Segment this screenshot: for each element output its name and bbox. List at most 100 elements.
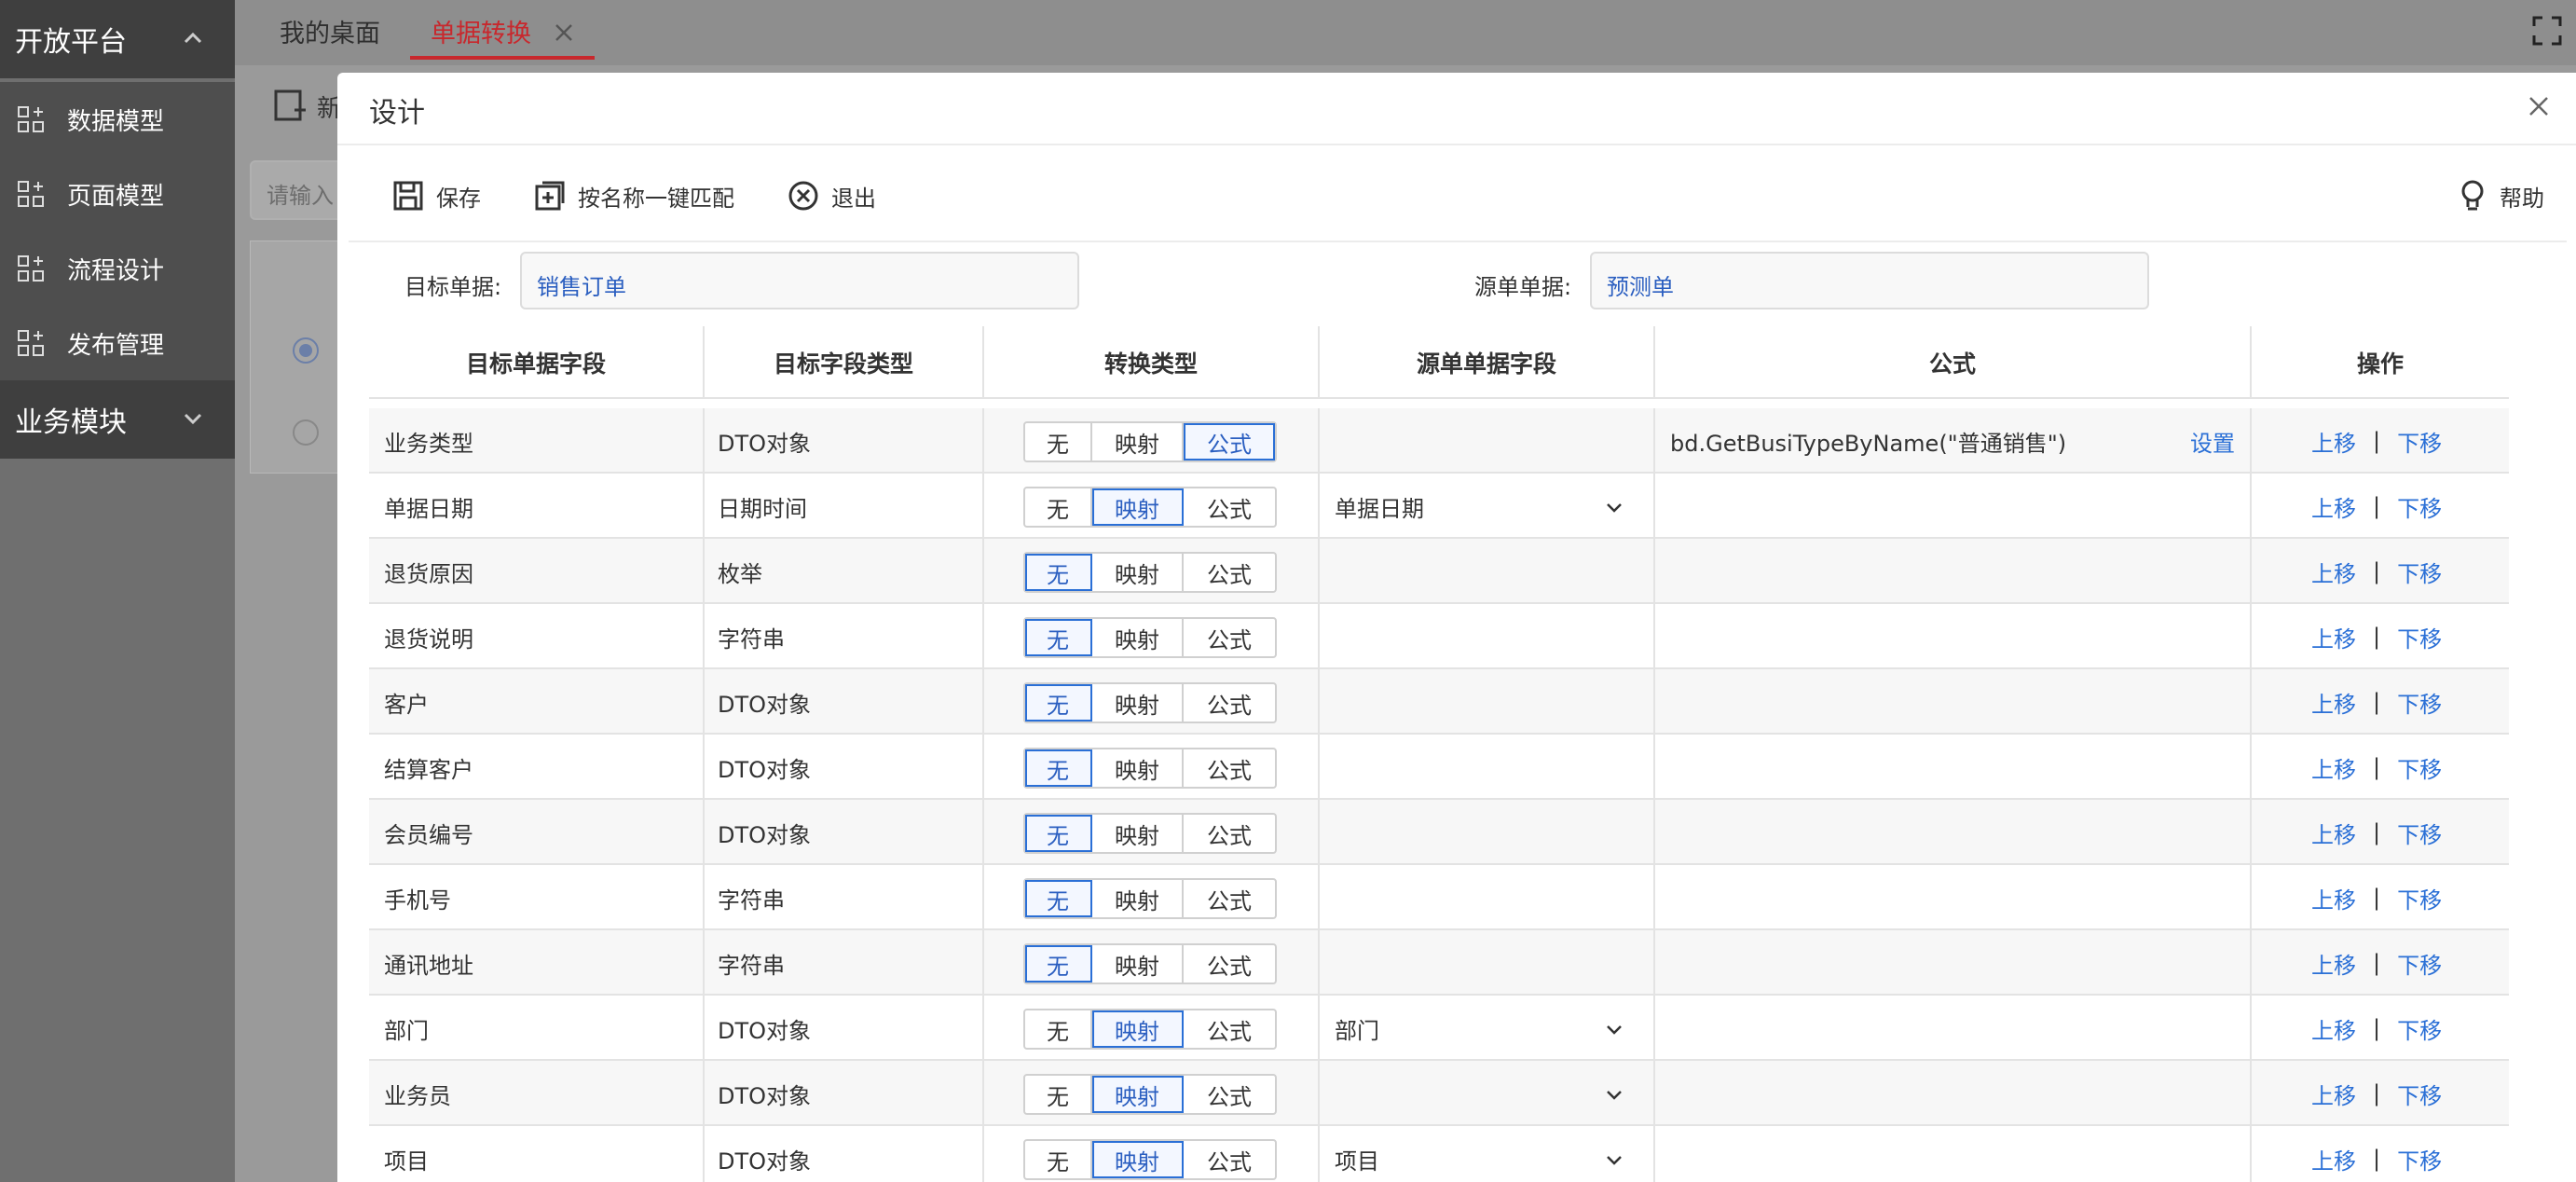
conversion-option[interactable]: 公式 [1184,488,1275,526]
conversion-type-toggle[interactable]: 无映射 公式 [1023,487,1277,528]
conversion-option[interactable]: 无 [1025,1141,1092,1178]
target-bill-field[interactable]: 销售订单 [520,252,1079,309]
source-field-select[interactable]: 单据日期 [1335,474,1424,539]
conversion-option[interactable]: 映射 [1092,815,1184,852]
sidebar-item-release-management[interactable]: 发布管理 [0,306,235,380]
move-up-link[interactable]: 上移 [2311,1143,2356,1175]
conversion-option[interactable]: 映射 [1092,1010,1184,1048]
close-icon[interactable] [2526,93,2552,119]
conversion-option[interactable]: 无 [1025,1076,1092,1113]
move-up-link[interactable]: 上移 [2311,1078,2356,1110]
close-tab-icon[interactable] [552,21,576,45]
conversion-option[interactable]: 公式 [1184,1010,1275,1048]
move-up-link[interactable]: 上移 [2311,490,2356,523]
sidebar-item-process-design[interactable]: 流程设计 [0,231,235,306]
move-down-link[interactable]: 下移 [2397,1078,2442,1110]
fullscreen-icon[interactable] [2531,15,2563,47]
conversion-type-toggle[interactable]: 无映射 公式 [1023,748,1277,789]
source-field-select[interactable]: 部门 [1335,996,1379,1061]
conversion-option[interactable]: 无 [1025,488,1092,526]
chevron-down-icon[interactable] [1603,1018,1625,1040]
conversion-type-toggle[interactable]: 无映射 公式 [1023,617,1277,658]
move-up-link[interactable]: 上移 [2311,1012,2356,1045]
move-down-link[interactable]: 下移 [2397,1143,2442,1175]
conversion-option[interactable]: 无 [1025,749,1092,787]
source-field-cell [1320,539,1655,604]
move-up-link[interactable]: 上移 [2311,425,2356,458]
conversion-option[interactable]: 映射 [1092,945,1184,983]
conversion-type-toggle[interactable]: 无映射 公式 [1023,813,1277,854]
conversion-option[interactable]: 映射 [1092,423,1184,460]
conversion-option[interactable]: 无 [1025,684,1092,722]
source-field-select[interactable]: 项目 [1335,1126,1379,1182]
move-down-link[interactable]: 下移 [2397,817,2442,849]
save-button[interactable]: 保存 [391,179,481,213]
move-down-link[interactable]: 下移 [2397,425,2442,458]
conversion-option[interactable]: 公式 [1184,815,1275,852]
sidebar-item-data-model[interactable]: 数据模型 [0,82,235,157]
move-up-link[interactable]: 上移 [2311,947,2356,980]
conversion-option[interactable]: 公式 [1184,619,1275,656]
conversion-option[interactable]: 公式 [1184,749,1275,787]
target-field-cell: 部门 [369,996,705,1061]
chevron-down-icon[interactable] [1603,496,1625,518]
move-up-link[interactable]: 上移 [2311,751,2356,784]
conversion-option[interactable]: 映射 [1092,619,1184,656]
conversion-option[interactable]: 映射 [1092,488,1184,526]
chevron-down-icon[interactable] [1603,1083,1625,1106]
conversion-option[interactable]: 无 [1025,619,1092,656]
move-down-link[interactable]: 下移 [2397,751,2442,784]
conversion-type-toggle[interactable]: 无映射 公式 [1023,943,1277,984]
conversion-option[interactable]: 映射 [1092,1141,1184,1178]
conversion-option[interactable]: 无 [1025,880,1092,917]
move-down-link[interactable]: 下移 [2397,490,2442,523]
move-down-link[interactable]: 下移 [2397,882,2442,914]
move-down-link[interactable]: 下移 [2397,1012,2442,1045]
conversion-option[interactable]: 无 [1025,554,1092,591]
source-bill-field[interactable]: 预测单 [1590,252,2149,309]
conversion-option[interactable]: 映射 [1092,880,1184,917]
conversion-option[interactable]: 公式 [1184,945,1275,983]
help-button[interactable]: 帮助 [2457,179,2544,213]
move-up-link[interactable]: 上移 [2311,556,2356,588]
sidebar-item-page-model[interactable]: 页面模型 [0,157,235,231]
move-down-link[interactable]: 下移 [2397,556,2442,588]
tab-home[interactable]: 我的桌面 [280,13,380,49]
move-up-link[interactable]: 上移 [2311,817,2356,849]
formula-set-link[interactable]: 设置 [2190,408,2235,474]
conversion-option[interactable]: 映射 [1092,554,1184,591]
conversion-option[interactable]: 无 [1025,815,1092,852]
match-by-name-button[interactable]: 按名称一键匹配 [533,179,734,213]
exit-button[interactable]: 退出 [787,179,876,213]
conversion-type-toggle[interactable]: 无映射 公式 [1023,1074,1277,1115]
conversion-type-toggle[interactable]: 无映射 公式 [1023,421,1277,462]
conversion-option[interactable]: 公式 [1184,1076,1275,1113]
conversion-option[interactable]: 映射 [1092,684,1184,722]
chevron-down-icon[interactable] [1603,1148,1625,1171]
close-circle-icon [788,181,818,211]
conversion-option[interactable]: 公式 [1184,684,1275,722]
move-down-link[interactable]: 下移 [2397,621,2442,653]
move-up-link[interactable]: 上移 [2311,621,2356,653]
conversion-type-toggle[interactable]: 无映射 公式 [1023,552,1277,593]
conversion-option[interactable]: 公式 [1184,423,1275,460]
conversion-option[interactable]: 无 [1025,1010,1092,1048]
conversion-type-toggle[interactable]: 无映射 公式 [1023,1009,1277,1050]
sidebar-group-open-platform[interactable]: 开放平台 [0,0,235,78]
conversion-type-toggle[interactable]: 无映射 公式 [1023,682,1277,723]
conversion-option[interactable]: 公式 [1184,554,1275,591]
move-down-link[interactable]: 下移 [2397,947,2442,980]
conversion-type-toggle[interactable]: 无映射 公式 [1023,878,1277,919]
move-up-link[interactable]: 上移 [2311,882,2356,914]
conversion-option[interactable]: 映射 [1092,749,1184,787]
conversion-option[interactable]: 无 [1025,945,1092,983]
conversion-type-toggle[interactable]: 无映射 公式 [1023,1139,1277,1180]
conversion-option[interactable]: 公式 [1184,880,1275,917]
sidebar-group-business-module[interactable]: 业务模块 [0,380,235,459]
conversion-option[interactable]: 映射 [1092,1076,1184,1113]
conversion-option[interactable]: 无 [1025,423,1092,460]
move-down-link[interactable]: 下移 [2397,686,2442,719]
conversion-option[interactable]: 公式 [1184,1141,1275,1178]
tab-bill-conversion[interactable]: 单据转换 [431,13,531,49]
move-up-link[interactable]: 上移 [2311,686,2356,719]
